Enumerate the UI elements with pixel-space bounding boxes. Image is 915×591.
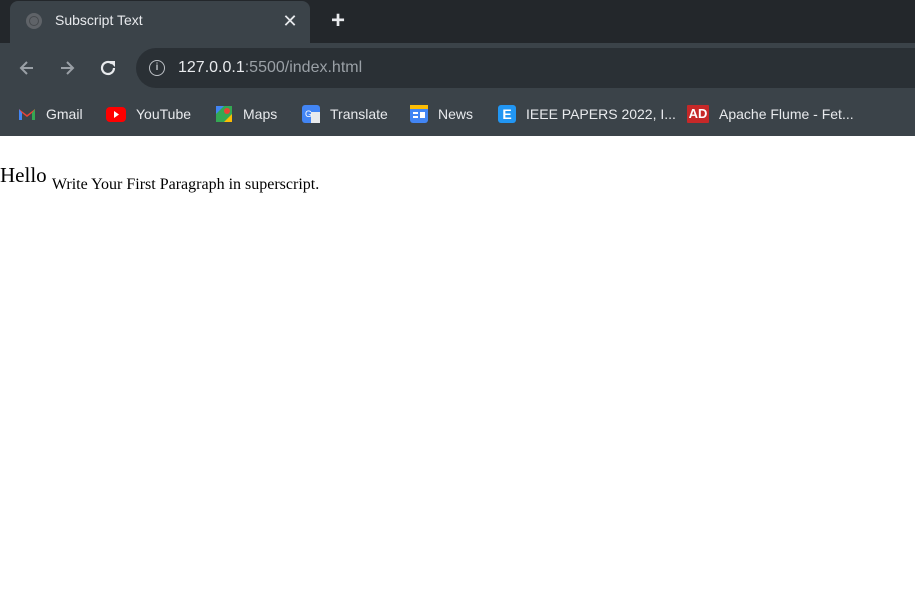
subscript-text: Write Your First Paragraph in superscrip… — [51, 176, 320, 193]
youtube-icon — [106, 106, 126, 122]
bookmark-youtube[interactable]: YouTube — [106, 103, 191, 125]
bookmark-ieee-papers[interactable]: E IEEE PAPERS 2022, I... — [498, 103, 676, 125]
bookmark-news[interactable]: News — [410, 103, 473, 125]
translate-icon: G — [302, 105, 320, 123]
paragraph: Hello Write Your First Paragraph in supe… — [0, 163, 319, 194]
apache-flume-icon: AD — [687, 105, 709, 123]
bookmark-apache-flume[interactable]: AD Apache Flume - Fet... — [687, 103, 854, 125]
page-content: Hello Write Your First Paragraph in supe… — [0, 136, 915, 591]
reload-icon — [100, 60, 116, 76]
reload-button[interactable] — [95, 55, 121, 81]
url-text[interactable]: 127.0.0.1:5500/index.html — [178, 59, 362, 77]
maps-icon — [215, 105, 233, 123]
close-icon[interactable]: ✕ — [280, 10, 300, 32]
info-icon[interactable]: i — [149, 60, 165, 76]
ieee-icon: E — [498, 105, 516, 123]
arrow-left-icon — [19, 61, 33, 75]
forward-button[interactable] — [54, 55, 80, 81]
svg-text:G: G — [305, 109, 312, 119]
main-text: Hello — [0, 163, 47, 187]
tab-strip: Subscript Text ✕ + — [0, 0, 915, 43]
bookmark-maps[interactable]: Maps — [215, 103, 277, 125]
active-tab[interactable]: Subscript Text ✕ — [10, 1, 310, 43]
address-bar[interactable]: i 127.0.0.1:5500/index.html — [136, 48, 915, 88]
globe-icon — [26, 13, 42, 29]
news-icon — [410, 105, 428, 123]
arrow-right-icon — [61, 61, 75, 75]
back-button[interactable] — [14, 55, 40, 81]
gmail-icon — [18, 105, 36, 123]
new-tab-button[interactable]: + — [325, 8, 351, 34]
bookmark-translate[interactable]: G Translate — [302, 103, 388, 125]
browser-toolbar: i 127.0.0.1:5500/index.html — [0, 43, 915, 92]
tab-title: Subscript Text — [55, 12, 143, 28]
bookmarks-bar: Gmail YouTube Maps G Translate News E IE… — [0, 92, 915, 136]
bookmark-gmail[interactable]: Gmail — [18, 103, 83, 125]
